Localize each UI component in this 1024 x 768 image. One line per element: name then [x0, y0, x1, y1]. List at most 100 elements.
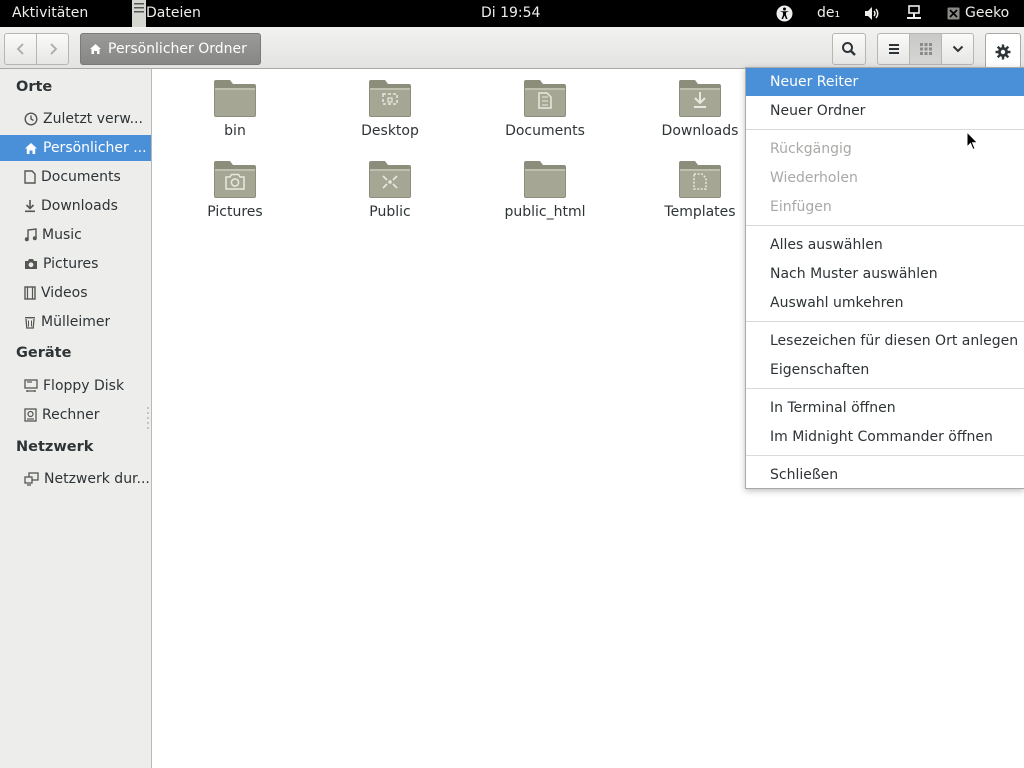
sidebar-item-downloads[interactable]: Downloads — [0, 193, 151, 219]
film-icon — [24, 286, 36, 300]
gear-menu-button[interactable] — [985, 33, 1021, 69]
folder-item[interactable]: Downloads — [640, 78, 760, 139]
menu-separator — [746, 388, 1024, 389]
grid-view-icon — [919, 43, 932, 55]
search-icon — [842, 42, 856, 56]
documents-icon — [24, 170, 36, 184]
folder-icon — [369, 80, 411, 117]
header-bar: Persönlicher Ordner — [0, 27, 1024, 69]
top-bar: Aktivitäten Dateien Di 19:54 de₁ Geeko — [0, 0, 1024, 27]
folder-icon — [369, 161, 411, 198]
sidebar-resize-grip[interactable] — [147, 407, 150, 431]
sidebar: Orte Zuletzt verw... Persönlicher ... Do… — [0, 69, 152, 768]
menu-item-properties[interactable]: Eigenschaften — [746, 356, 1024, 384]
clock[interactable]: Di 19:54 — [481, 5, 540, 21]
folder-icon — [679, 161, 721, 198]
folder-icon — [524, 161, 566, 198]
folder-label: Downloads — [661, 123, 739, 139]
menu-item-select-pattern[interactable]: Nach Muster auswählen — [746, 260, 1024, 288]
back-button[interactable] — [4, 33, 37, 65]
sidebar-item-label: Netzwerk dur... — [44, 471, 150, 487]
chevron-left-icon — [16, 43, 24, 55]
list-view-button[interactable] — [877, 33, 910, 65]
sidebar-item-label: Videos — [41, 285, 88, 301]
folder-icon — [524, 80, 566, 117]
sidebar-item-label: Pictures — [43, 256, 99, 272]
sidebar-item-label: Floppy Disk — [43, 378, 125, 394]
downloads-icon — [25, 200, 35, 213]
folder-icon — [679, 80, 721, 117]
folder-label: Documents — [505, 123, 585, 139]
sidebar-item-trash[interactable]: Mülleimer — [0, 309, 151, 335]
sidebar-item-label: Music — [42, 227, 82, 243]
folder-item[interactable]: Pictures — [175, 159, 295, 220]
menu-separator — [746, 225, 1024, 226]
sidebar-item-documents[interactable]: Documents — [0, 164, 151, 190]
menu-item-close[interactable]: Schließen — [746, 461, 1024, 489]
list-view-icon — [888, 44, 899, 54]
path-bar-home-button[interactable]: Persönlicher Ordner — [80, 33, 261, 65]
menu-item-new-folder[interactable]: Neuer Ordner — [746, 97, 1024, 125]
volume-icon[interactable] — [864, 6, 882, 21]
floppy-icon — [24, 379, 38, 392]
app-menu[interactable]: Dateien — [146, 5, 201, 21]
recent-icon — [24, 112, 38, 126]
sidebar-item-label: Zuletzt verw... — [43, 111, 143, 127]
camera-icon — [25, 259, 37, 269]
accessibility-icon[interactable] — [776, 5, 793, 22]
sidebar-item-label: Documents — [41, 169, 121, 185]
folder-label: Pictures — [207, 204, 263, 220]
activities-button[interactable]: Aktivitäten — [12, 5, 88, 21]
sidebar-item-pictures[interactable]: Pictures — [0, 251, 151, 277]
sidebar-item-recent[interactable]: Zuletzt verw... — [0, 106, 151, 132]
sidebar-item-label: Mülleimer — [41, 314, 111, 330]
menu-item-select-all[interactable]: Alles auswählen — [746, 231, 1024, 259]
home-icon — [90, 44, 101, 54]
folder-item[interactable]: Templates — [640, 159, 760, 220]
sidebar-item-videos[interactable]: Videos — [0, 280, 151, 306]
folder-item[interactable]: Documents — [485, 78, 605, 139]
menu-separator — [746, 321, 1024, 322]
menu-separator — [746, 129, 1024, 130]
search-button[interactable] — [832, 33, 866, 65]
menu-item-new-tab[interactable]: Neuer Reiter — [746, 68, 1024, 96]
user-menu[interactable]: Geeko — [965, 5, 1009, 21]
menu-item-open-terminal[interactable]: In Terminal öffnen — [746, 394, 1024, 422]
sidebar-item-label: Rechner — [42, 407, 100, 423]
folder-item[interactable]: bin — [175, 78, 295, 139]
sidebar-item-label: Downloads — [41, 198, 118, 214]
folder-item[interactable]: Public — [330, 159, 450, 220]
files-app-icon — [132, 0, 146, 27]
folder-icon — [214, 161, 256, 198]
trash-icon — [25, 317, 35, 329]
grid-view-button[interactable] — [909, 33, 942, 65]
sidebar-item-music[interactable]: Music — [0, 222, 151, 248]
path-bar-label: Persönlicher Ordner — [108, 41, 247, 57]
folder-icon — [214, 80, 256, 117]
menu-separator — [746, 455, 1024, 456]
folder-item[interactable]: public_html — [485, 159, 605, 220]
folder-label: Public — [369, 204, 411, 220]
user-status-icon[interactable] — [947, 7, 960, 20]
folder-item[interactable]: Desktop — [330, 78, 450, 139]
sidebar-item-home[interactable]: Persönlicher ... — [0, 135, 151, 161]
sidebar-item-label: Persönlicher ... — [43, 140, 147, 156]
view-options-button[interactable] — [941, 33, 974, 65]
folder-label: Templates — [664, 204, 736, 220]
devices-heading: Geräte — [16, 345, 72, 361]
network-icon — [24, 472, 39, 486]
keyboard-layout-indicator[interactable]: de₁ — [817, 5, 840, 21]
menu-item-add-bookmark[interactable]: Lesezeichen für diesen Ort anlegen — [746, 327, 1024, 355]
sidebar-item-network[interactable]: Netzwerk dur... — [0, 466, 151, 492]
sidebar-item-floppy-disk[interactable]: Floppy Disk — [0, 373, 151, 399]
menu-item-redo: Wiederholen — [770, 170, 858, 186]
wired-network-icon[interactable] — [906, 5, 922, 22]
menu-item-paste: Einfügen — [770, 199, 832, 215]
forward-button[interactable] — [36, 33, 69, 65]
menu-item-open-midnight-commander[interactable]: Im Midnight Commander öffnen — [746, 423, 1024, 451]
sidebar-item-computer[interactable]: Rechner — [0, 402, 151, 428]
network-heading: Netzwerk — [16, 439, 94, 455]
folder-label: bin — [224, 123, 246, 139]
mouse-cursor-icon — [966, 131, 979, 151]
menu-item-invert-selection[interactable]: Auswahl umkehren — [746, 289, 1024, 317]
